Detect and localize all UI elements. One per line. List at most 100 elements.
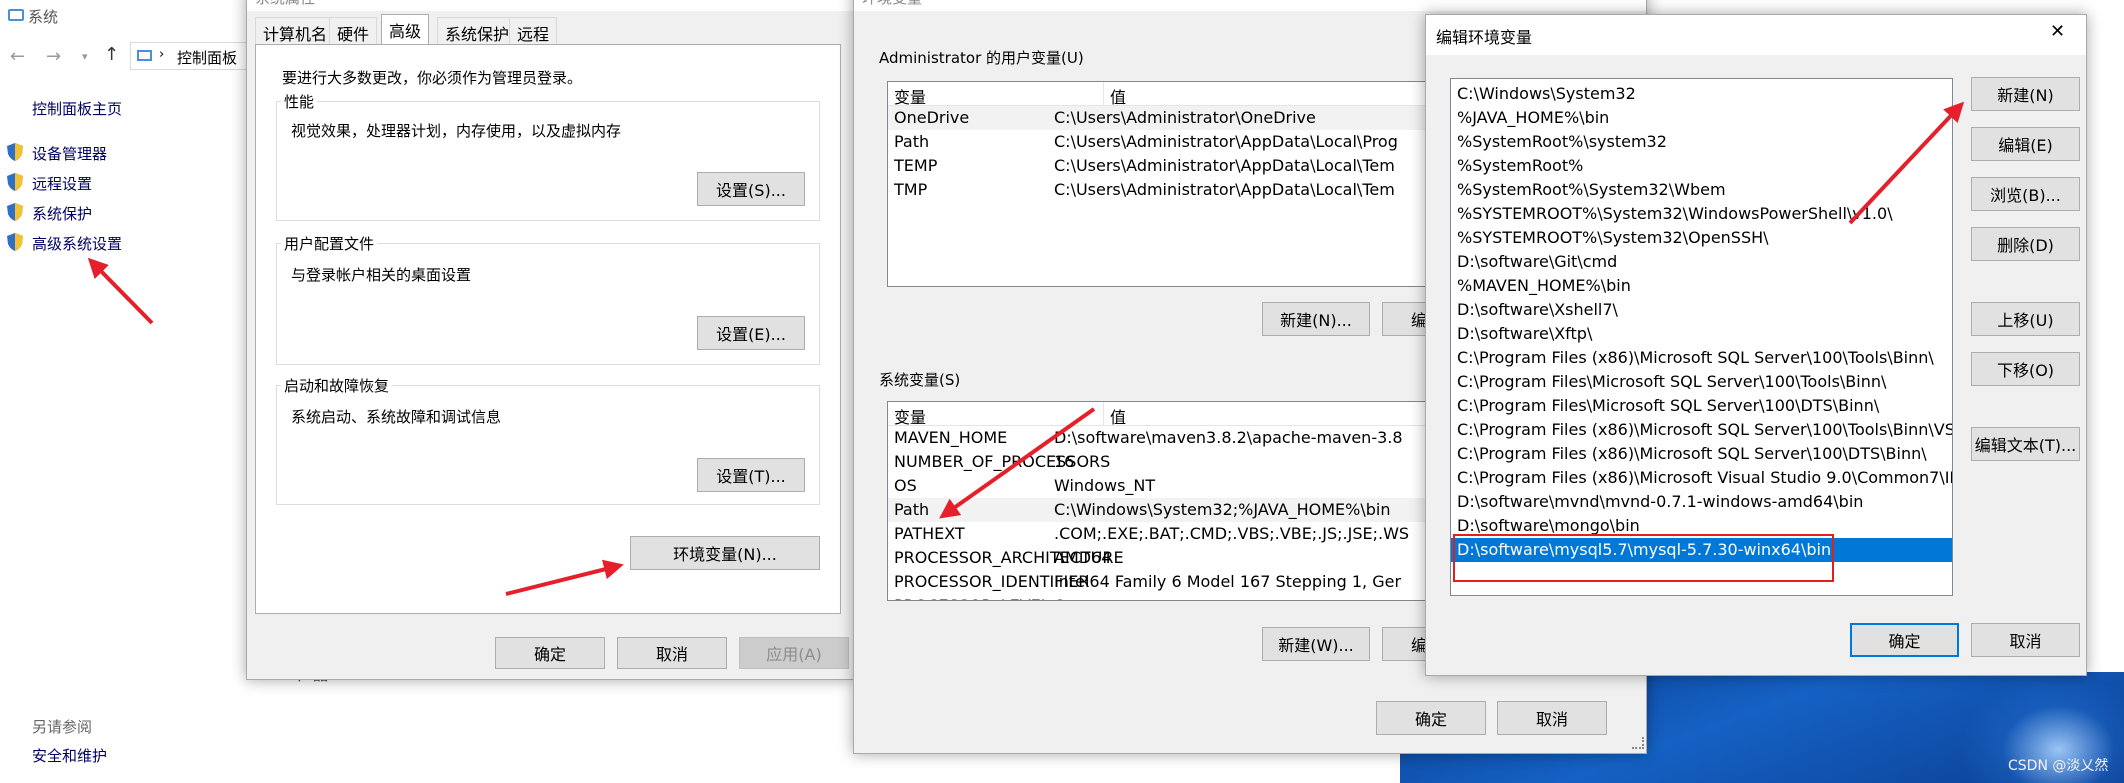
system-new-button[interactable]: 新建(W)... xyxy=(1262,627,1370,661)
computer-icon xyxy=(137,50,152,61)
group-label: 用户配置文件 xyxy=(281,233,378,254)
list-item[interactable]: C:\Windows\System32 xyxy=(1451,82,1952,106)
variable-name-cell: OS xyxy=(894,476,917,495)
back-icon[interactable]: ← xyxy=(10,46,25,67)
sidebar-item-advanced-settings[interactable]: 高级系统设置 xyxy=(32,233,122,254)
list-item[interactable]: D:\software\Xftp\ xyxy=(1451,322,1952,346)
variable-value-cell: D:\software\maven3.8.2\apache-maven-3.8 xyxy=(1054,428,1403,447)
tab-advanced[interactable]: 高级 xyxy=(381,14,430,45)
browse-button[interactable]: 浏览(B)... xyxy=(1971,177,2080,211)
variable-value-cell: C:\Users\Administrator\AppData\Local\Tem xyxy=(1054,156,1395,175)
ok-button[interactable]: 确定 xyxy=(1850,623,1959,657)
list-item[interactable]: D:\software\Git\cmd xyxy=(1451,250,1952,274)
window-title: 系统 xyxy=(28,8,59,26)
column-header-variable[interactable]: 变量 xyxy=(894,84,926,108)
variable-value-cell: C:\Users\Administrator\AppData\Local\Pro… xyxy=(1054,132,1398,151)
system-properties-dialog: 系统属性 ✕ 计算机名 硬件 高级 系统保护 远程 要进行大多数更改，你必须作为… xyxy=(246,0,854,680)
csdn-watermark: CSDN @淡乂然 xyxy=(2008,758,2109,774)
variable-name-cell: TMP xyxy=(894,180,928,199)
apply-button[interactable]: 应用(A) xyxy=(739,637,849,669)
user-variables-heading: Administrator 的用户变量(U) xyxy=(879,49,1084,67)
list-item[interactable]: %SystemRoot% xyxy=(1451,154,1952,178)
list-item[interactable]: D:\software\mongo\bin xyxy=(1451,514,1952,538)
list-item[interactable]: D:\software\mvnd\mvnd-0.7.1-windows-amd6… xyxy=(1451,490,1952,514)
list-item[interactable]: C:\Program Files (x86)\Microsoft SQL Ser… xyxy=(1451,418,1952,442)
resize-grip-icon[interactable] xyxy=(1632,737,1644,749)
column-header-value[interactable]: 值 xyxy=(1110,84,1126,108)
shield-icon xyxy=(6,202,24,222)
list-item[interactable]: %SYSTEMROOT%\System32\WindowsPowerShell\… xyxy=(1451,202,1952,226)
list-item[interactable]: C:\Program Files\Microsoft SQL Server\10… xyxy=(1451,394,1952,418)
profile-settings-button[interactable]: 设置(E)... xyxy=(697,316,805,350)
path-list[interactable]: C:\Windows\System32 %JAVA_HOME%\bin %Syste… xyxy=(1450,78,1953,596)
variable-name-cell: MAVEN_HOME xyxy=(894,428,1008,447)
list-item[interactable]: %SYSTEMROOT%\System32\OpenSSH\ xyxy=(1451,226,1952,250)
move-up-button[interactable]: 上移(U) xyxy=(1971,302,2080,336)
performance-group: 性能 视觉效果，处理器计划，内存使用，以及虚拟内存 设置(S)... xyxy=(276,91,820,221)
list-item[interactable]: %SystemRoot%\System32\Wbem xyxy=(1451,178,1952,202)
startup-recovery-group: 启动和故障恢复 系统启动、系统故障和调试信息 设置(T)... xyxy=(276,375,820,505)
forward-icon[interactable]: → xyxy=(46,46,61,67)
see-also-heading: 另请参阅 xyxy=(32,718,93,736)
variable-name-cell: OneDrive xyxy=(894,108,970,127)
ok-button[interactable]: 确定 xyxy=(1376,701,1486,735)
environment-variables-button[interactable]: 环境变量(N)... xyxy=(630,536,820,570)
tab-panel: 要进行大多数更改，你必须作为管理员登录。 性能 视觉效果，处理器计划，内存使用，… xyxy=(255,44,841,614)
up-icon[interactable]: ↑ xyxy=(104,44,119,65)
list-item[interactable]: C:\Program Files\Microsoft SQL Server\10… xyxy=(1451,370,1952,394)
close-icon[interactable]: ✕ xyxy=(2050,21,2065,42)
variable-value-cell: .COM;.EXE;.BAT;.CMD;.VBS;.VBE;.JS;.JSE;.… xyxy=(1054,524,1410,543)
cancel-button[interactable]: 取消 xyxy=(1497,701,1607,735)
cancel-button[interactable]: 取消 xyxy=(1971,623,2080,657)
user-new-button[interactable]: 新建(N)... xyxy=(1262,302,1370,336)
user-profiles-group: 用户配置文件 与登录帐户相关的桌面设置 设置(E)... xyxy=(276,233,820,365)
variable-name-cell: Path xyxy=(894,500,930,519)
group-description: 系统启动、系统故障和调试信息 xyxy=(291,408,502,426)
cancel-button[interactable]: 取消 xyxy=(617,637,727,669)
variable-value-cell: C:\Windows\System32;%JAVA_HOME%\bin xyxy=(1054,500,1391,519)
list-item[interactable]: D:\software\Xshell7\ xyxy=(1451,298,1952,322)
list-item[interactable]: C:\Program Files (x86)\Microsoft Visual … xyxy=(1451,466,1952,490)
admin-note: 要进行大多数更改，你必须作为管理员登录。 xyxy=(282,69,583,87)
move-down-button[interactable]: 下移(O) xyxy=(1971,352,2080,386)
column-header-variable[interactable]: 变量 xyxy=(894,404,926,428)
column-header-value[interactable]: 值 xyxy=(1110,404,1126,428)
tab-computer-name[interactable]: 计算机名 xyxy=(255,17,336,44)
address-bar[interactable]: › 控制面板 xyxy=(130,42,250,70)
variable-value-cell: AMD64 xyxy=(1054,548,1112,567)
group-label: 启动和故障恢复 xyxy=(281,375,393,396)
edit-dialog-titlebar: 编辑环境变量 ✕ xyxy=(1426,15,2086,55)
performance-settings-button[interactable]: 设置(S)... xyxy=(697,172,805,206)
sidebar-item-device-manager[interactable]: 设备管理器 xyxy=(32,143,107,164)
recent-chevron-icon[interactable]: ▾ xyxy=(82,50,88,63)
list-item[interactable]: %JAVA_HOME%\bin xyxy=(1451,106,1952,130)
tab-remote[interactable]: 远程 xyxy=(509,17,558,44)
list-item[interactable]: %SystemRoot%\system32 xyxy=(1451,130,1952,154)
list-item-selected[interactable]: D:\software\mysql5.7\mysql-5.7.30-winx64… xyxy=(1451,538,1952,562)
edit-text-button[interactable]: 编辑文本(T)... xyxy=(1971,427,2080,461)
breadcrumb-chevron-icon: › xyxy=(159,47,165,62)
startup-settings-button[interactable]: 设置(T)... xyxy=(697,458,805,492)
sidebar-item-system-protection[interactable]: 系统保护 xyxy=(32,203,92,224)
list-item[interactable]: C:\Program Files (x86)\Microsoft SQL Ser… xyxy=(1451,442,1952,466)
tab-hardware[interactable]: 硬件 xyxy=(329,17,378,44)
system-properties-titlebar: 系统属性 ✕ xyxy=(247,0,853,11)
variable-name-cell: PATHEXT xyxy=(894,524,965,543)
control-panel-home-link[interactable]: 控制面板主页 xyxy=(32,98,122,119)
variable-value-cell: Intel64 Family 6 Model 167 Stepping 1, G… xyxy=(1054,572,1402,591)
variable-name-cell: PROCESSOR_LEVEL xyxy=(894,596,1050,600)
variable-name-cell: NUMBER_OF_PROCESSORS xyxy=(894,452,1111,471)
sidebar-item-remote-settings[interactable]: 远程设置 xyxy=(32,173,92,194)
dialog-title: 编辑环境变量 xyxy=(1436,28,1533,47)
system-variables-heading: 系统变量(S) xyxy=(879,371,961,389)
security-maintenance-link[interactable]: 安全和维护 xyxy=(32,745,107,766)
ok-button[interactable]: 确定 xyxy=(495,637,605,669)
list-item[interactable]: C:\Program Files (x86)\Microsoft SQL Ser… xyxy=(1451,346,1952,370)
close-icon[interactable]: ✕ xyxy=(825,0,838,4)
tab-system-protection[interactable]: 系统保护 xyxy=(437,17,518,44)
shield-icon xyxy=(6,142,24,162)
delete-button[interactable]: 删除(D) xyxy=(1971,227,2080,261)
list-item[interactable]: %MAVEN_HOME%\bin xyxy=(1451,274,1952,298)
new-button[interactable]: 新建(N) xyxy=(1971,77,2080,111)
edit-button[interactable]: 编辑(E) xyxy=(1971,127,2080,161)
